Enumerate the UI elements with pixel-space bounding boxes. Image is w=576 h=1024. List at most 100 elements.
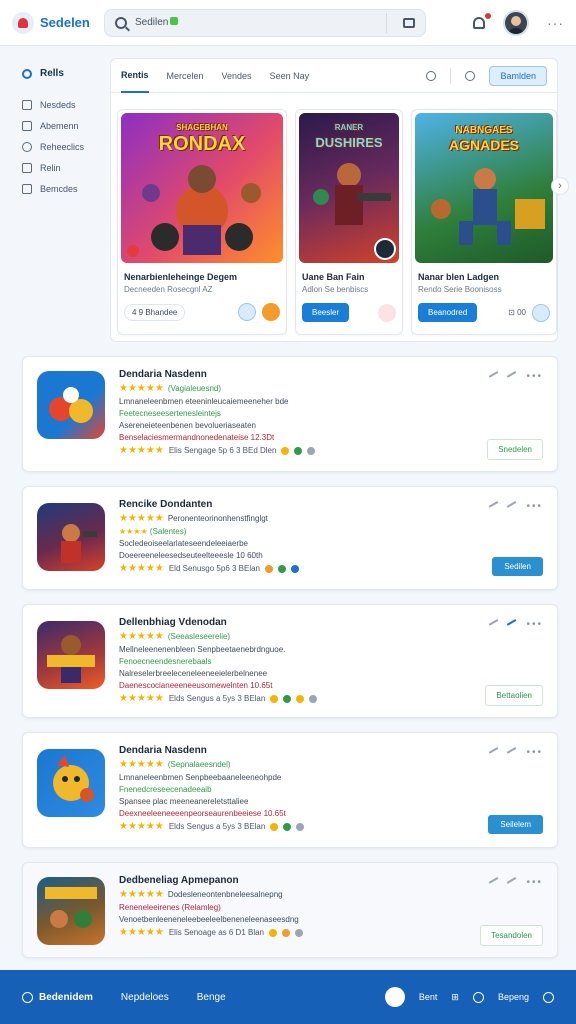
share-icon[interactable] (489, 370, 502, 383)
star-rating: ★★★★★ (119, 631, 164, 642)
list-item[interactable]: Dellenbhiag Vdenodan ★★★★★ (Seeasleseerel… (22, 604, 558, 718)
logo-icon (12, 11, 34, 34)
info-icon[interactable] (532, 303, 550, 322)
install-button[interactable]: Snedelen (487, 439, 543, 460)
get-button[interactable]: Beanodred (418, 303, 478, 322)
list-item[interactable]: Dedbeneliag Apmepanon ★★★★★ Dodesleneonte… (22, 862, 558, 958)
info-icon[interactable] (472, 991, 484, 1003)
list-item[interactable]: Rencike Dondanten ★★★★★ Peronenteorinonhe… (22, 486, 558, 590)
user-icon[interactable] (426, 70, 437, 81)
tab-1[interactable]: Rentis (121, 59, 149, 93)
more-icon[interactable]: ••• (526, 747, 543, 758)
sidebar-item-active[interactable]: Rells (22, 68, 108, 79)
star-rating: ★★★★★ (119, 445, 164, 456)
game-art-kicker: SHAGEBHAN (176, 123, 228, 132)
star-rating: ★★★★★ (119, 563, 164, 574)
like-count: ⊡ 00 (508, 308, 526, 317)
featured-card[interactable]: NABNGAES AGNADES Nanar blen Ladgen Rendo… (411, 109, 557, 335)
more-icon[interactable]: ••• (526, 619, 543, 630)
game-title: Dellenbhiag Vdenodan (119, 617, 227, 628)
bottom-nav-label[interactable]: Bepeng (498, 992, 529, 1002)
install-button[interactable]: Bettaolien (485, 685, 543, 706)
share-icon[interactable] (489, 876, 502, 889)
more-icon[interactable]: ••• (526, 371, 543, 382)
game-art-kicker: NABNGAES (455, 125, 513, 136)
more-icon[interactable]: ••• (526, 501, 543, 512)
badge-icon[interactable] (262, 303, 280, 321)
home-icon (22, 991, 33, 1003)
grid-icon[interactable]: ⊞ (451, 992, 459, 1003)
compose-button[interactable] (384, 987, 405, 1007)
search-input[interactable]: Sedilen (135, 17, 378, 28)
tab-3[interactable]: Vendes (222, 59, 252, 93)
home-icon (22, 68, 32, 79)
get-button[interactable]: Beesler (302, 303, 350, 322)
install-button[interactable]: Sedilen (492, 557, 543, 576)
sidebar-item-3[interactable]: Reheeclics (22, 141, 108, 152)
bottom-nav-home[interactable]: Bedenidem (22, 991, 93, 1003)
notification-icon[interactable] (473, 12, 491, 29)
featured-card[interactable]: SHAGEBHAN RONDAX Nenarbienleheinge Degem… (117, 109, 287, 335)
game-thumbnail (37, 877, 105, 945)
bottom-bar: Bedenidem Nepdeloes Benge Bent ⊞ Bepeng (0, 970, 576, 1024)
game-thumbnail (37, 503, 105, 571)
tabs-action-button[interactable]: Bamlden (489, 65, 547, 86)
bookmark-icon[interactable] (507, 500, 520, 513)
app-logo[interactable]: Sedelen (12, 11, 104, 34)
share-icon[interactable] (214, 303, 232, 321)
feature-line: ★★★★ (Salentes) (119, 527, 187, 536)
more-icon[interactable]: ••• (526, 877, 543, 888)
featured-cards: SHAGEBHAN RONDAX Nenarbienleheinge Degem… (117, 109, 557, 335)
sidebar-item-label: Nesdeds (40, 99, 76, 110)
share-icon[interactable] (489, 618, 502, 631)
search-bar[interactable]: Sedilen (104, 8, 426, 37)
featured-card[interactable]: RANER DUSHIRES Uane Ban Fain Adlon Se be… (295, 109, 403, 335)
bottom-nav-item[interactable]: Benge (197, 992, 226, 1003)
list-item[interactable]: Dendaria Nasdenn ★★★★★ (Sepnalaeesndel) L… (22, 732, 558, 848)
divider (450, 67, 452, 84)
red-badge-icon[interactable] (378, 303, 396, 322)
game-art: SHAGEBHAN RONDAX (121, 113, 283, 263)
verified-icon (170, 17, 179, 25)
sidebar-item-label: Rells (40, 68, 64, 79)
star-rating: ★★★★★ (119, 513, 164, 524)
bottom-nav-label: Bedenidem (39, 991, 93, 1003)
price-line: Deexneeleeneeeenpeorseaurenbeeiese 10.65… (119, 809, 286, 818)
bookmark-icon[interactable] (507, 876, 520, 889)
coin-icon (270, 822, 279, 831)
more-icon[interactable]: ··· (547, 15, 564, 31)
bookmark-icon[interactable] (507, 370, 520, 383)
list-item[interactable]: Dendaria Nasdenn ★★★★★ (Vagialeuesnd) Lmn… (22, 356, 558, 472)
bookmark-icon[interactable] (507, 746, 520, 759)
sidebar-item-5[interactable]: Bemcdes (22, 183, 108, 194)
grid-icon (22, 99, 32, 110)
bottom-nav-item[interactable]: Nepdeloes (121, 992, 169, 1003)
card-tag[interactable]: 4 9 Bhandee (124, 303, 186, 321)
chevron-right-icon[interactable]: › (551, 177, 569, 195)
sidebar-item-1[interactable]: Nesdeds (22, 99, 108, 110)
camera-icon[interactable] (403, 17, 415, 28)
avatar[interactable] (503, 9, 529, 36)
globe-icon (291, 564, 300, 573)
tab-4[interactable]: Seen Nay (270, 59, 310, 93)
tab-bar: Rentis Mercelen Vendes Seen Nay Bamlden (111, 59, 557, 93)
install-button[interactable]: Tesandolen (480, 925, 543, 946)
sidebar-item-4[interactable]: Relin (22, 162, 108, 173)
leaf-icon (278, 564, 287, 573)
share-icon[interactable] (489, 500, 502, 513)
tab-2[interactable]: Mercelen (167, 59, 204, 93)
meta-text: Eld Senusgo 5p6 3 BElan (168, 564, 261, 573)
bookmark-icon[interactable] (507, 618, 520, 631)
sidebar-item-2[interactable]: Abemenn (22, 120, 108, 131)
install-button[interactable]: Seilelem (488, 815, 543, 834)
globe-icon (309, 694, 318, 703)
share-icon[interactable] (489, 746, 502, 759)
help-icon[interactable] (543, 991, 554, 1003)
game-title: Dedbeneliag Apmepanon (119, 875, 239, 886)
pin-icon[interactable] (465, 70, 476, 81)
bottom-nav-label[interactable]: Bent (419, 992, 438, 1002)
coin-icon (269, 928, 277, 937)
game-name: Nanar blen Ladgen (418, 272, 500, 282)
leaf-icon (283, 822, 292, 831)
info-icon[interactable] (238, 303, 256, 321)
